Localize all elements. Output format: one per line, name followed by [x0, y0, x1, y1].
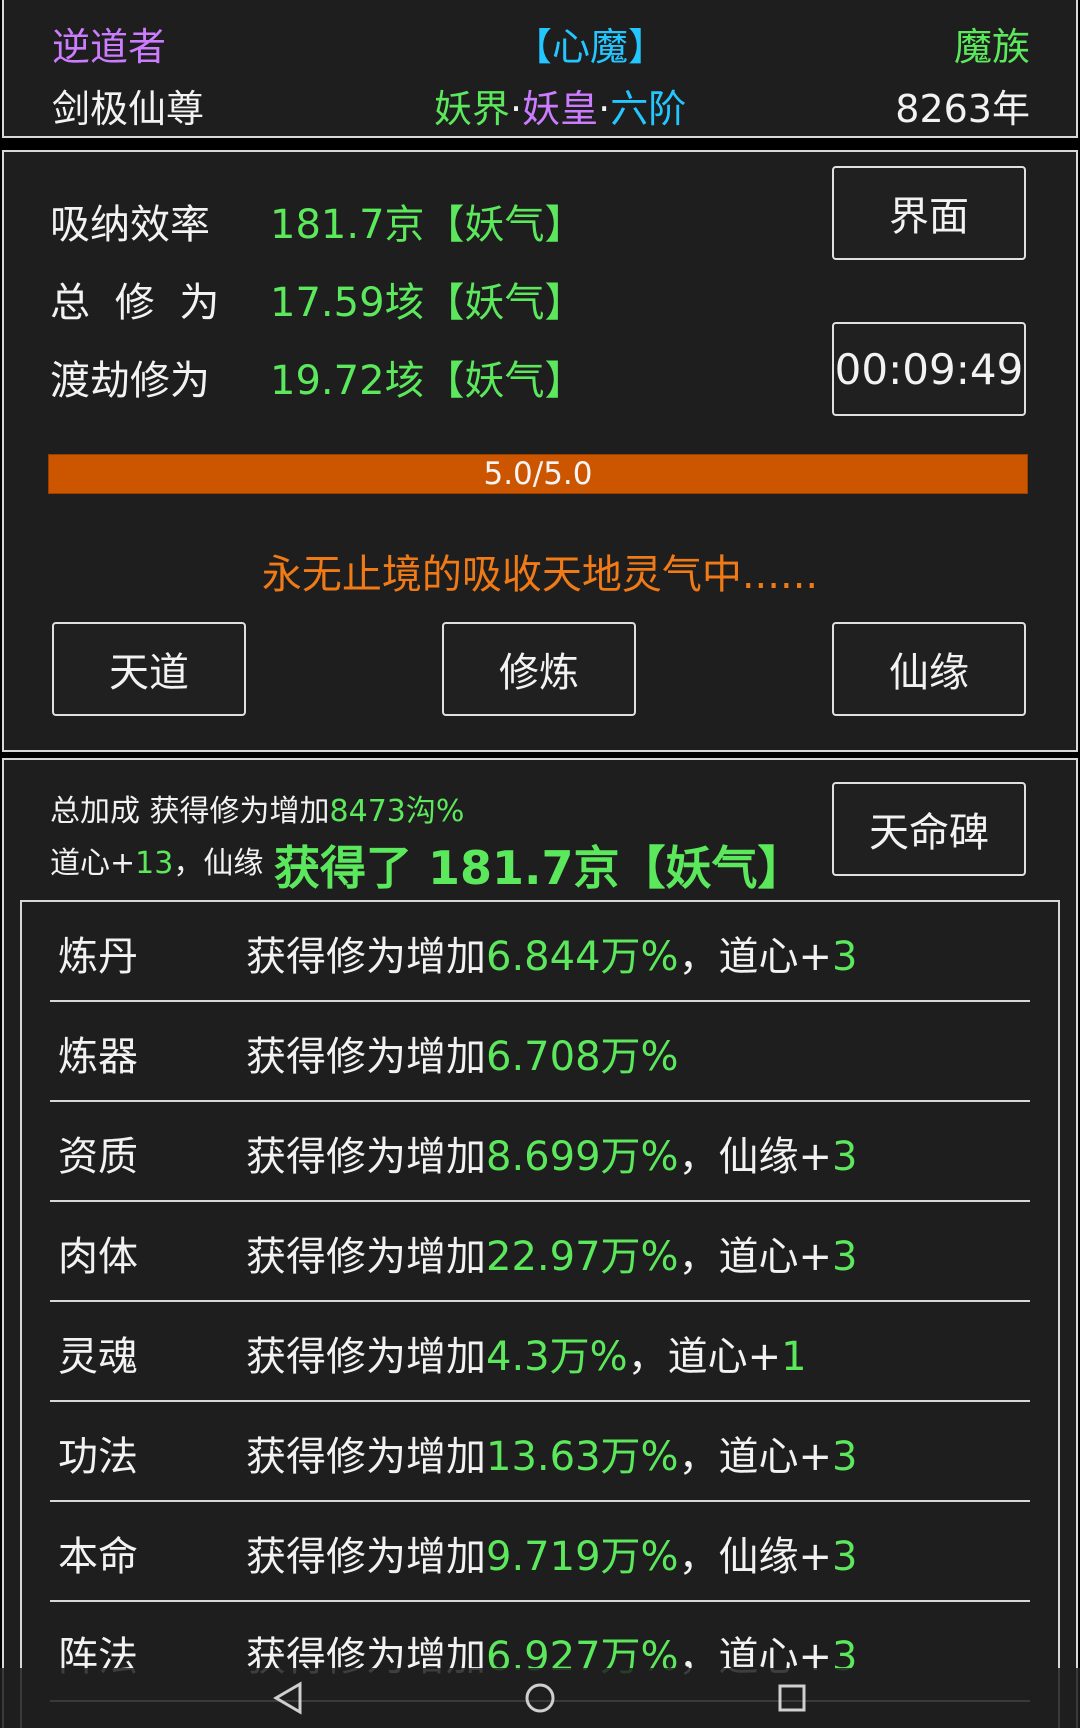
recents-square-icon[interactable] [772, 1678, 812, 1718]
stat-value-tribulation: 19.72垓【妖气】 [270, 358, 585, 404]
row-extra-value: 3 [832, 934, 858, 980]
realm-separator: · [510, 87, 523, 131]
row-category: 灵魂 [58, 1334, 138, 1380]
row-prefix: 获得修为增加 [246, 934, 486, 980]
realm-rank: 妖皇 [522, 87, 599, 131]
row-prefix: 获得修为增加 [246, 1434, 486, 1480]
list-item: 本命 获得修为增加9.719万%，仙缘+3 [50, 1502, 1030, 1602]
row-sep: ， [627, 1334, 668, 1380]
stat-value-total-cultivation: 17.59垓【妖气】 [270, 280, 585, 326]
row-value: 6.844万% [486, 934, 679, 980]
row-value: 4.3万% [486, 1334, 628, 1380]
row-description: 获得修为增加22.97万%，道心+3 [246, 1224, 858, 1282]
realm-line: 妖界·妖皇·六阶 [434, 78, 686, 133]
list-item: 资质 获得修为增加8.699万%，仙缘+3 [50, 1102, 1030, 1202]
row-category: 炼器 [58, 1034, 138, 1080]
row-description: 获得修为增加13.63万%，道心+3 [246, 1424, 858, 1482]
player-title: 逆道者 [52, 25, 167, 69]
cultivate-button[interactable]: 修炼 [442, 622, 636, 716]
bonus-list: 炼丹 获得修为增加6.844万%，道心+3 炼器 获得修为增加6.708万% 资… [20, 900, 1060, 1728]
stat-label-total-cultivation: 总 修 为 [50, 280, 226, 326]
row-sep: ， [678, 1534, 719, 1580]
header-panel: 逆道者 【心魔】 魔族 剑极仙尊 妖界·妖皇·六阶 8263年 [2, 0, 1078, 138]
total-bonus-prefix: 总加成 获得修为增加 [50, 794, 330, 829]
list-item: 功法 获得修为增加13.63万%，道心+3 [50, 1402, 1030, 1502]
total-bonus-value: 8473沟% [329, 794, 465, 829]
row-sep: ， [678, 934, 719, 980]
total-bonus-line: 总加成 获得修为增加8473沟% [50, 786, 464, 830]
interface-button[interactable]: 界面 [832, 166, 1026, 260]
stat-value-absorb-rate: 181.7京【妖气】 [270, 202, 585, 248]
system-nav-bar [0, 1668, 1080, 1728]
row-extra-label: 仙缘+ [718, 1134, 833, 1180]
row-category: 资质 [58, 1134, 138, 1180]
realm-stage: 六阶 [610, 87, 687, 131]
row-value: 13.63万% [486, 1434, 679, 1480]
row-sep: ， [678, 1434, 719, 1480]
row-value: 22.97万% [486, 1234, 679, 1280]
row-extra-value: 3 [832, 1434, 858, 1480]
row-extra-label: 道心+ [667, 1334, 782, 1380]
row-description: 获得修为增加4.3万%，道心+1 [246, 1324, 807, 1382]
row-extra-value: 3 [832, 1234, 858, 1280]
row-extra-label: 道心+ [718, 1234, 833, 1280]
progress-text: 5.0/5.0 [483, 456, 593, 492]
row-value: 8.699万% [486, 1134, 679, 1180]
daoxin-value: 13 [135, 846, 174, 881]
player-name: 剑极仙尊 [52, 87, 205, 131]
row-sep: ， [678, 1234, 719, 1280]
row-description: 获得修为增加6.844万%，道心+3 [246, 924, 858, 982]
row-prefix: 获得修为增加 [246, 1034, 486, 1080]
xianyuan-button[interactable]: 仙缘 [832, 622, 1026, 716]
cultivation-progress-bar: 5.0/5.0 [48, 454, 1028, 494]
daoxin-line: 道心+13，仙缘 [50, 838, 263, 882]
list-item: 灵魂 获得修为增加4.3万%，道心+1 [50, 1302, 1030, 1402]
row-category: 肉体 [58, 1234, 138, 1280]
row-extra-value: 1 [781, 1334, 807, 1380]
race-label: 魔族 [953, 25, 1030, 69]
row-sep: ， [678, 1134, 719, 1180]
row-prefix: 获得修为增加 [246, 1534, 486, 1580]
row-prefix: 获得修为增加 [246, 1234, 486, 1280]
row-category: 本命 [58, 1534, 138, 1580]
stat-label-tribulation: 渡劫修为 [50, 358, 210, 404]
realm-world: 妖界 [434, 87, 511, 131]
row-description: 获得修为增加8.699万%，仙缘+3 [246, 1124, 858, 1182]
xianyuan-partial: ，仙缘 [173, 846, 264, 881]
row-prefix: 获得修为增加 [246, 1334, 486, 1380]
stat-label-absorb-rate: 吸纳效率 [50, 202, 210, 248]
row-value: 6.708万% [486, 1034, 679, 1080]
status-message: 永无止境的吸收天地灵气中...... [261, 552, 819, 598]
row-prefix: 获得修为增加 [246, 1134, 486, 1180]
row-value: 9.719万% [486, 1534, 679, 1580]
state-badge: 【心魔】 [514, 25, 667, 69]
daoxin-label: 道心+ [50, 846, 136, 881]
timer-display: 00:09:49 [832, 322, 1026, 416]
row-description: 获得修为增加9.719万%，仙缘+3 [246, 1524, 858, 1582]
gain-popup: 获得了 181.7京【妖气】 [274, 841, 804, 895]
list-item: 炼器 获得修为增加6.708万% [50, 1002, 1030, 1102]
list-item: 炼丹 获得修为增加6.844万%，道心+3 [50, 902, 1030, 1002]
row-extra-label: 道心+ [718, 1434, 833, 1480]
tiandao-button[interactable]: 天道 [52, 622, 246, 716]
realm-separator: · [598, 87, 611, 131]
row-extra-value: 3 [832, 1534, 858, 1580]
home-circle-icon[interactable] [520, 1678, 560, 1718]
row-category: 功法 [58, 1434, 138, 1480]
row-category: 炼丹 [58, 934, 138, 980]
row-extra-label: 道心+ [718, 934, 833, 980]
back-triangle-icon[interactable] [268, 1678, 308, 1718]
row-extra-label: 仙缘+ [718, 1534, 833, 1580]
tianming-stele-button[interactable]: 天命碑 [832, 782, 1026, 876]
years-counter: 8263年 [895, 87, 1030, 131]
row-extra-value: 3 [832, 1134, 858, 1180]
row-description: 获得修为增加6.708万% [246, 1024, 679, 1082]
list-item: 肉体 获得修为增加22.97万%，道心+3 [50, 1202, 1030, 1302]
